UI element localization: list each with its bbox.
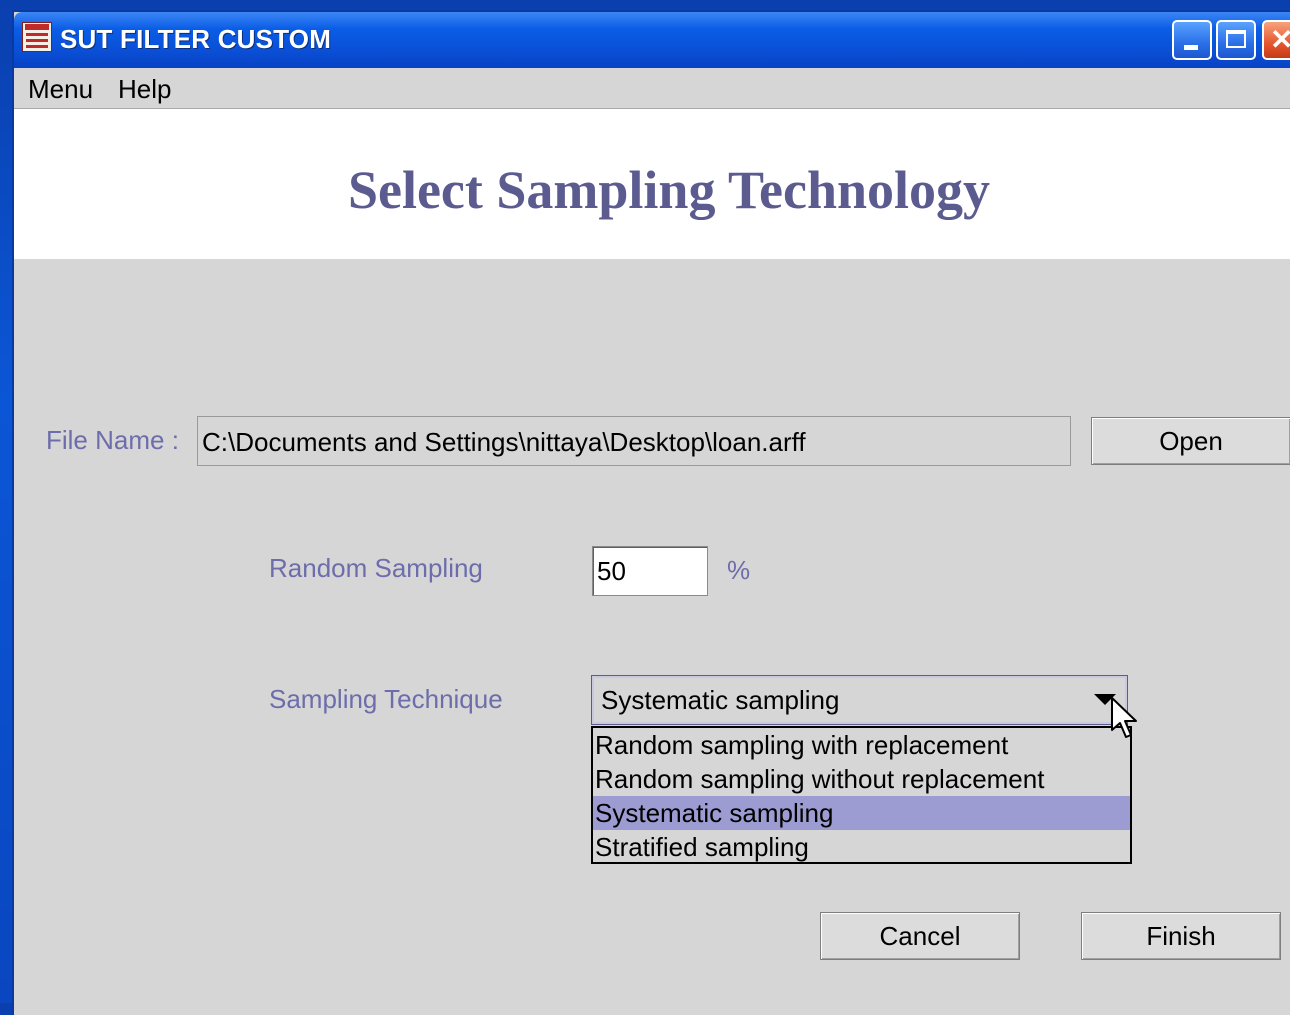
- maximize-icon: [1226, 30, 1246, 48]
- title-bar[interactable]: SUT FILTER CUSTOM ✕: [14, 12, 1290, 68]
- file-name-label: File Name :: [46, 425, 179, 455]
- close-button[interactable]: ✕: [1262, 20, 1290, 60]
- app-window: SUT FILTER CUSTOM ✕ Menu Help Select Sam…: [14, 12, 1290, 1015]
- sampling-technique-combo[interactable]: Systematic sampling: [591, 675, 1128, 725]
- option-systematic-sampling[interactable]: Systematic sampling: [593, 796, 1130, 830]
- minimize-icon: [1184, 45, 1198, 50]
- mouse-pointer-icon: [1111, 697, 1137, 738]
- finish-button[interactable]: Finish: [1081, 912, 1281, 960]
- option-random-without-replacement[interactable]: Random sampling without replacement: [593, 762, 1130, 796]
- random-sampling-label: Random Sampling: [269, 553, 483, 583]
- percent-unit-label: %: [727, 555, 751, 585]
- sampling-technique-dropdown: Random sampling with replacement Random …: [591, 726, 1132, 864]
- sampling-technique-label: Sampling Technique: [269, 684, 503, 714]
- menu-item-menu[interactable]: Menu: [28, 74, 93, 105]
- open-button[interactable]: Open: [1091, 417, 1290, 465]
- option-stratified-sampling[interactable]: Stratified sampling: [593, 830, 1130, 864]
- cancel-button[interactable]: Cancel: [820, 912, 1020, 960]
- window-title: SUT FILTER CUSTOM: [60, 24, 332, 54]
- maximize-button[interactable]: [1216, 20, 1256, 60]
- page-title: Select Sampling Technology: [347, 160, 991, 220]
- java-cup-icon[interactable]: [22, 22, 52, 52]
- random-sampling-input[interactable]: 50: [592, 546, 708, 596]
- minimize-button[interactable]: [1172, 20, 1212, 60]
- menu-bar: Menu Help: [14, 68, 1290, 109]
- combo-selected-value: Systematic sampling: [601, 685, 840, 715]
- option-random-with-replacement[interactable]: Random sampling with replacement: [593, 728, 1130, 762]
- close-icon: ✕: [1270, 24, 1290, 55]
- menu-item-help[interactable]: Help: [118, 74, 171, 105]
- file-name-field[interactable]: C:\Documents and Settings\nittaya\Deskto…: [197, 416, 1071, 466]
- header-panel: Select Sampling Technology: [14, 109, 1290, 259]
